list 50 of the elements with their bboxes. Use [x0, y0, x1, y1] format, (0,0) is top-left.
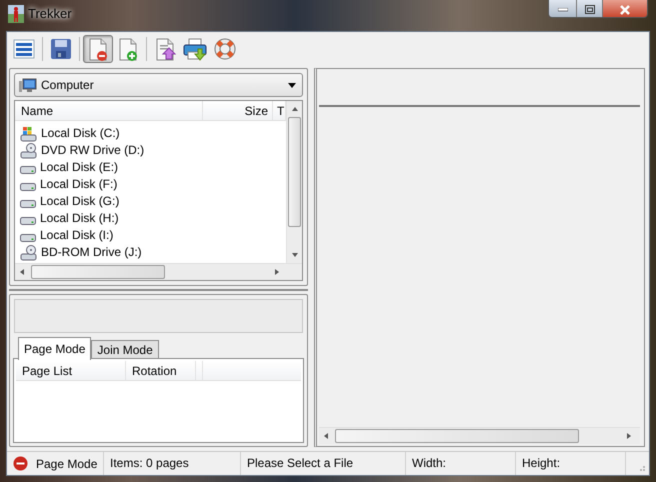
scroll-right-icon[interactable] — [627, 433, 631, 439]
scroll-left-icon[interactable] — [324, 433, 328, 439]
scroll-right-icon[interactable] — [275, 269, 279, 275]
status-text: Width: — [406, 452, 516, 475]
minimize-button[interactable] — [549, 0, 576, 17]
optical-drive-icon — [20, 244, 37, 260]
maximize-button[interactable] — [576, 0, 602, 17]
drive-icon — [20, 234, 36, 242]
column-header[interactable]: Rotation — [126, 361, 196, 380]
window-title: Trekker — [28, 5, 72, 23]
drive-name[interactable]: Local Disk (C:) — [41, 125, 120, 142]
system-drive-icon — [20, 126, 37, 142]
drive-name[interactable]: DVD RW Drive (D:) — [41, 142, 144, 159]
drive-name[interactable]: Local Disk (H:) — [40, 210, 119, 227]
status-text: Height: — [516, 452, 626, 475]
column-header[interactable]: Page List — [16, 361, 126, 380]
status-text: Please Select a File — [241, 452, 406, 475]
stop-icon — [13, 456, 28, 471]
computer-icon — [19, 78, 37, 92]
close-button[interactable] — [602, 0, 647, 17]
tab[interactable]: Page Mode — [18, 337, 92, 360]
app-icon — [8, 4, 24, 23]
drive-name[interactable]: Local Disk (F:) — [40, 176, 118, 193]
location-dropdown[interactable]: Computer — [14, 73, 303, 97]
status-text: Page Mode — [36, 456, 98, 472]
drive-name[interactable]: Local Disk (G:) — [40, 193, 120, 210]
close-icon — [619, 4, 631, 14]
drive-name[interactable]: Local Disk (I:) — [40, 227, 114, 244]
column-header[interactable]: Size — [203, 101, 273, 120]
horizontal-scrollbar[interactable] — [15, 263, 302, 280]
resize-grip-icon[interactable] — [637, 463, 645, 471]
horizontal-scrollbar[interactable] — [319, 427, 640, 444]
drive-icon — [20, 166, 36, 174]
maximize-icon — [584, 5, 594, 14]
drive-icon — [20, 200, 36, 208]
drive-icon — [20, 183, 36, 191]
tab[interactable]: Join Mode — [91, 340, 159, 359]
scroll-left-icon[interactable] — [20, 269, 24, 275]
remove-page-button[interactable] — [83, 35, 113, 63]
drive-name[interactable]: Local Disk (E:) — [40, 159, 118, 176]
minimize-icon — [558, 8, 568, 12]
vertical-scrollbar[interactable] — [286, 101, 302, 263]
scroll-up-icon[interactable] — [292, 107, 298, 111]
dropdown-arrow-icon — [288, 82, 296, 88]
optical-drive-icon — [20, 142, 37, 158]
drive-name[interactable]: BD-ROM Drive (J:) — [41, 244, 142, 261]
scroll-down-icon[interactable] — [292, 253, 298, 257]
column-header[interactable]: Name — [15, 101, 203, 120]
drive-icon — [20, 217, 36, 225]
status-text: Items: 0 pages — [104, 452, 241, 475]
